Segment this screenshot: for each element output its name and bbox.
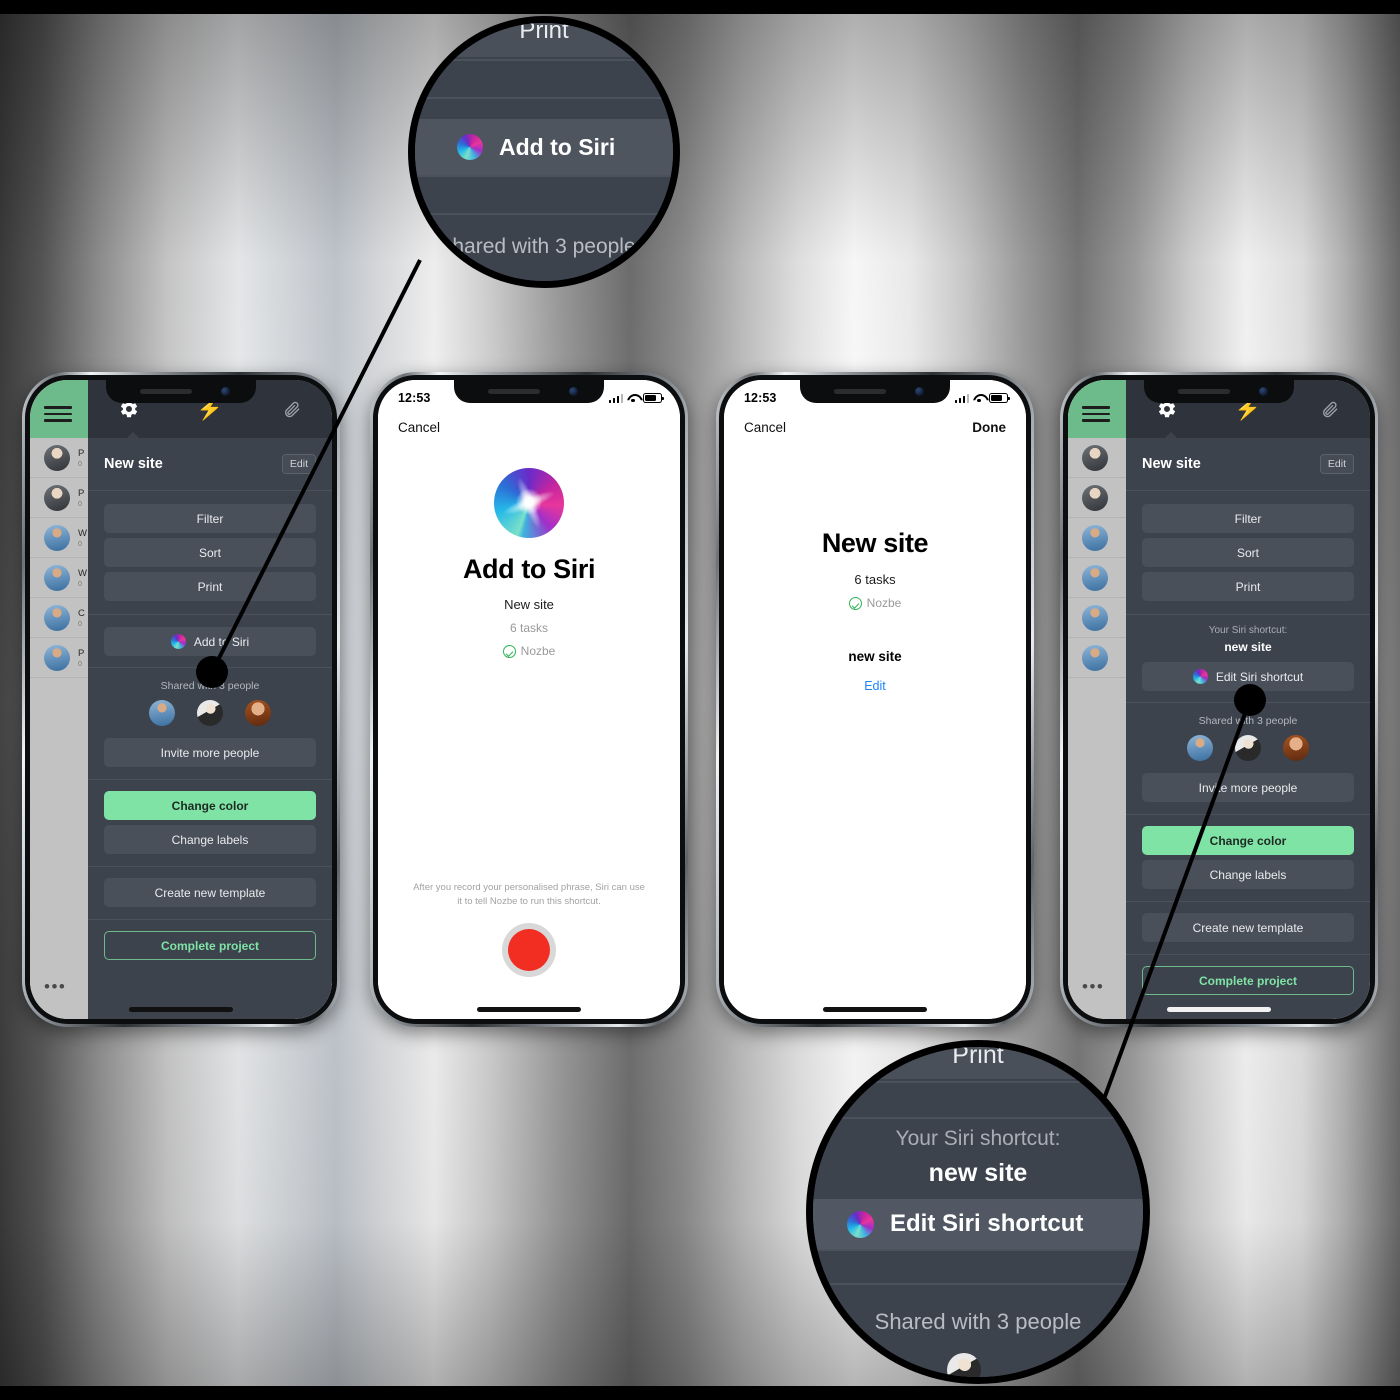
callout-line-print: Print [519, 17, 569, 44]
callout-highlight-label: Add to Siri [499, 133, 616, 160]
callout-anchor-dot-bottom [1234, 684, 1266, 716]
callout-line-shared: hared with 3 people [452, 235, 636, 258]
screenshot-root: P0 P0 W0 W0 C0 P 0 ••• ⚡ New site Edit F… [0, 0, 1400, 1400]
callout-line-shared: Shared with 3 people [874, 1309, 1082, 1334]
callout-anchor-dot-top [196, 656, 228, 688]
callout-siri-value: new site [928, 1159, 1028, 1187]
callout-top-add-to-siri: Print Add to Siri hared with 3 people [408, 16, 680, 288]
siri-icon [457, 134, 483, 160]
callout-siri-caption: Your Siri shortcut: [895, 1127, 1061, 1150]
callout-highlight-label: Edit Siri shortcut [890, 1210, 1084, 1237]
avatar [947, 1353, 981, 1377]
callout-line-print: Print [952, 1040, 1004, 1069]
siri-icon [847, 1210, 874, 1238]
callout-leader-top [210, 259, 1252, 1171]
callout-bottom-edit-siri-shortcut: Print Your Siri shortcut: new site Edit … [806, 1040, 1150, 1384]
